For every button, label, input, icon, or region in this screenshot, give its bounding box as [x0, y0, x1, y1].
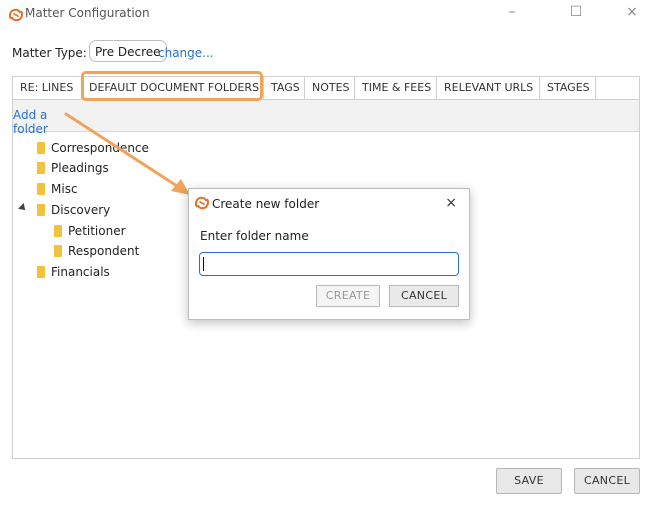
close-window-button[interactable]: ×: [622, 4, 642, 20]
text-cursor: [203, 257, 204, 271]
window-title: Matter Configuration: [25, 6, 150, 20]
dialog-title: Create new folder: [212, 197, 320, 211]
tab-stages[interactable]: STAGES: [540, 77, 596, 99]
dialog-cancel-button[interactable]: CANCEL: [389, 285, 459, 307]
folder-icon: [54, 225, 62, 237]
tab-time-fees[interactable]: TIME & FEES: [355, 77, 437, 99]
folder-icon: [54, 245, 62, 257]
tree-item-petitioner[interactable]: Petitioner: [54, 222, 126, 240]
cancel-button[interactable]: CANCEL: [574, 468, 640, 494]
tab-relevant-urls[interactable]: RELEVANT URLS: [437, 77, 540, 99]
folder-icon: [37, 183, 45, 195]
folder-icon: [37, 142, 45, 154]
tree-item-correspondence[interactable]: Correspondence: [37, 139, 149, 157]
tab-bar: RE: LINES DEFAULT DOCUMENT FOLDERS TAGS …: [13, 77, 596, 99]
create-button[interactable]: CREATE: [316, 285, 380, 307]
tab-tags[interactable]: TAGS: [264, 77, 305, 99]
tree-item-label: Correspondence: [51, 141, 149, 155]
app-logo-icon: [9, 8, 23, 22]
tab-re-lines[interactable]: RE: LINES: [13, 77, 82, 99]
tree-item-label: Petitioner: [68, 224, 126, 238]
tab-notes[interactable]: NOTES: [305, 77, 355, 99]
tree-item-discovery[interactable]: Discovery: [37, 201, 110, 219]
app-logo-icon: [195, 196, 209, 210]
create-folder-dialog: Create new folder × Enter folder name CR…: [188, 188, 470, 320]
tree-item-label: Discovery: [51, 203, 111, 217]
add-folder-label: Add a folder: [13, 108, 48, 136]
folder-name-label: Enter folder name: [200, 229, 309, 243]
change-matter-type-link[interactable]: change...: [158, 46, 214, 60]
tree-item-respondent[interactable]: Respondent: [54, 242, 139, 260]
folder-name-input[interactable]: [199, 252, 459, 276]
minimize-button[interactable]: –: [502, 4, 522, 20]
collapse-triangle-icon[interactable]: [18, 203, 28, 213]
tree-item-label: Misc: [51, 182, 78, 196]
tree-item-label: Pleadings: [51, 161, 109, 175]
dialog-close-icon[interactable]: ×: [445, 195, 457, 211]
folder-icon: [37, 204, 45, 216]
tab-default-document-folders[interactable]: DEFAULT DOCUMENT FOLDERS: [82, 77, 264, 99]
tree-item-pleadings[interactable]: Pleadings: [37, 159, 109, 177]
folder-icon: [37, 162, 45, 174]
matter-type-label: Matter Type:: [12, 46, 87, 60]
tree-item-label: Financials: [51, 265, 110, 279]
tree-item-label: Respondent: [68, 244, 140, 258]
matter-type-value: Pre Decree: [89, 40, 167, 62]
folder-icon: [37, 266, 45, 278]
tree-item-misc[interactable]: Misc: [37, 180, 78, 198]
maximize-button[interactable]: ☐: [566, 4, 586, 20]
folder-toolbar: Add a folder: [13, 100, 639, 136]
save-button[interactable]: SAVE: [496, 468, 562, 494]
tree-item-financials[interactable]: Financials: [37, 263, 110, 281]
